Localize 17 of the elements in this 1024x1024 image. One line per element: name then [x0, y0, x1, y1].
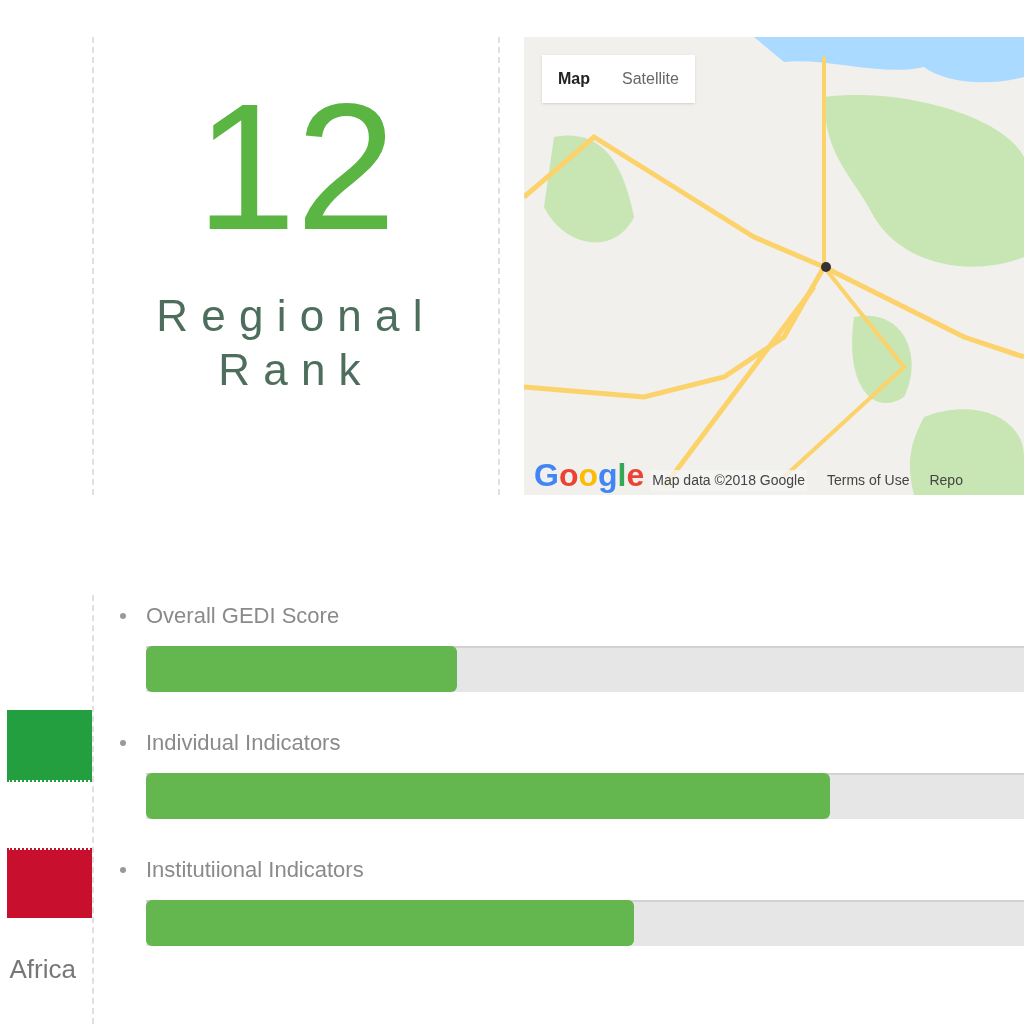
rank-number: 12 — [195, 77, 397, 257]
map[interactable]: Map Satellite Google Map data ©2018 Google Terms of Use Repo — [524, 37, 1024, 495]
indicator-label: Individual Indicators — [146, 729, 341, 757]
rank-label: Regional Rank — [155, 290, 437, 396]
region-name: Africa — [9, 953, 77, 986]
terms-link[interactable]: Terms of Use — [827, 470, 910, 491]
report-link[interactable]: Repo — [929, 470, 963, 491]
indicator-label: Institutiional Indicators — [146, 856, 364, 884]
bullet-icon — [120, 612, 126, 619]
google-logo: Google — [534, 459, 645, 491]
indicator-label: Overall GEDI Score — [146, 602, 340, 630]
map-type-tab[interactable]: Map — [542, 55, 606, 103]
bullet-icon — [120, 866, 126, 873]
flag-icon — [7, 710, 92, 918]
map-attribution: Map data ©2018 Google — [650, 470, 807, 491]
bullet-icon — [120, 739, 126, 746]
map-type-tab[interactable]: Satellite — [606, 55, 695, 103]
